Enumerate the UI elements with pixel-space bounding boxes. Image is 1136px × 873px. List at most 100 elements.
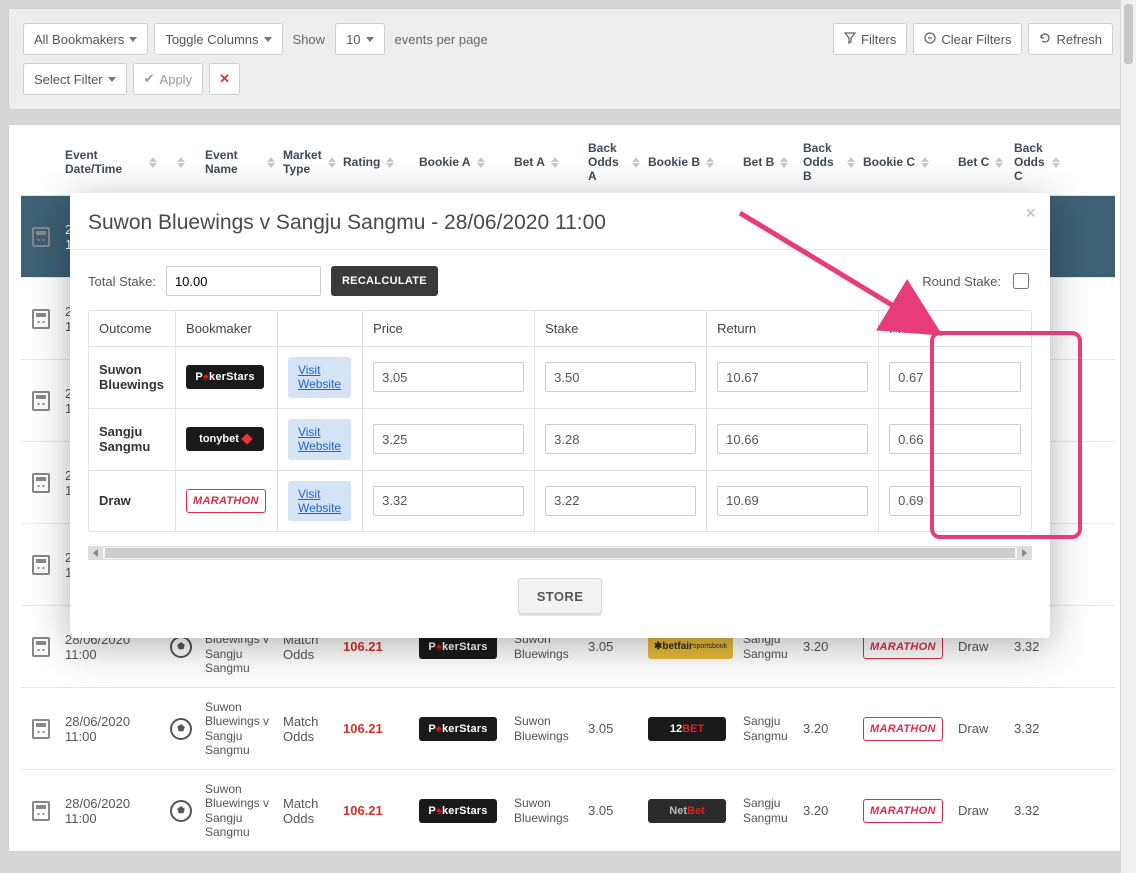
col-rating[interactable]: Rating xyxy=(343,155,380,169)
return-input[interactable] xyxy=(717,486,868,516)
calc-row: DrawMARATHONVisitWebsite xyxy=(89,471,1031,532)
cell-bookieA: P♠kerStars xyxy=(415,635,510,659)
select-filter-dropdown[interactable]: Select Filter xyxy=(23,63,127,95)
profit-input[interactable] xyxy=(889,424,1021,454)
sort-icon[interactable] xyxy=(706,157,714,168)
sort-icon[interactable] xyxy=(477,157,485,168)
col-betA[interactable]: Bet A xyxy=(514,155,545,169)
visit-website-link[interactable]: VisitWebsite xyxy=(298,425,341,454)
sort-icon[interactable] xyxy=(847,157,855,168)
return-input[interactable] xyxy=(717,362,868,392)
sort-icon[interactable] xyxy=(780,157,788,168)
cell-oddsC: 3.32 xyxy=(1010,639,1064,654)
calculator-icon[interactable] xyxy=(32,637,50,657)
entries-per-page-select[interactable]: 10 xyxy=(335,23,384,55)
modal-close-button[interactable]: × xyxy=(1025,203,1036,224)
col-name[interactable]: Event Name xyxy=(205,148,261,176)
table-row[interactable]: 28/06/2020 11:00Suwon Bluewings v Sangju… xyxy=(21,769,1115,851)
profit-input[interactable] xyxy=(889,486,1021,516)
cell-oddsC: 3.32 xyxy=(1010,803,1064,818)
filter-icon xyxy=(844,32,856,47)
total-stake-input[interactable] xyxy=(166,266,321,296)
sort-icon[interactable] xyxy=(328,157,336,168)
sort-icon[interactable] xyxy=(921,157,929,168)
calc-outcome: Sangju Sangmu xyxy=(89,409,176,471)
stake-input[interactable] xyxy=(545,362,696,392)
sort-icon[interactable] xyxy=(551,157,559,168)
store-button[interactable]: STORE xyxy=(518,578,603,614)
refresh-button[interactable]: Refresh xyxy=(1028,23,1113,55)
modal-horizontal-scrollbar[interactable] xyxy=(88,546,1032,560)
clear-filters-button[interactable]: Clear Filters xyxy=(913,23,1022,55)
calculator-icon[interactable] xyxy=(32,719,50,739)
pokerstars-logo: P♠kerStars xyxy=(419,717,497,741)
calculator-icon[interactable] xyxy=(32,555,50,575)
visit-website-link[interactable]: VisitWebsite xyxy=(298,487,341,516)
cell-bookieC: MARATHON xyxy=(859,799,954,823)
cell-bookieB: ✱betfairsportsbook xyxy=(644,635,739,659)
toggle-columns-dropdown[interactable]: Toggle Columns xyxy=(154,23,282,55)
calc-outcome: Suwon Bluewings xyxy=(89,347,176,409)
soccer-icon xyxy=(170,718,192,740)
bookmakers-dropdown[interactable]: All Bookmakers xyxy=(23,23,148,55)
th-return: Return xyxy=(707,311,879,347)
price-input[interactable] xyxy=(373,486,524,516)
calculator-icon[interactable] xyxy=(32,473,50,493)
cell-oddsA: 3.05 xyxy=(584,639,644,654)
col-market[interactable]: Market Type xyxy=(283,148,322,176)
filters-button[interactable]: Filters xyxy=(833,23,907,55)
price-input[interactable] xyxy=(373,424,524,454)
stake-input[interactable] xyxy=(545,486,696,516)
col-betB[interactable]: Bet B xyxy=(743,155,774,169)
stake-input[interactable] xyxy=(545,424,696,454)
sort-icon[interactable] xyxy=(632,157,640,168)
col-bookieB[interactable]: Bookie B xyxy=(648,155,700,169)
profit-input[interactable] xyxy=(889,362,1021,392)
col-bookieC[interactable]: Bookie C xyxy=(863,155,915,169)
cell-bookieB: 12BET xyxy=(644,717,739,741)
sort-icon[interactable] xyxy=(1052,157,1060,168)
cell-betC: Draw xyxy=(954,639,1010,654)
recalculate-button[interactable]: RECALCULATE xyxy=(331,266,438,296)
round-stake-checkbox[interactable] xyxy=(1013,273,1029,289)
visit-website-link[interactable]: VisitWebsite xyxy=(298,363,341,392)
calc-visit: VisitWebsite xyxy=(278,471,363,532)
apply-button[interactable]: ✔ Apply xyxy=(133,63,203,95)
cell-bookieC: MARATHON xyxy=(859,717,954,741)
col-bookieA[interactable]: Bookie A xyxy=(419,155,471,169)
calculator-icon[interactable] xyxy=(32,391,50,411)
table-row[interactable]: 28/06/2020 11:00Suwon Bluewings v Sangju… xyxy=(21,687,1115,769)
calc-bookmaker: MARATHON xyxy=(176,471,278,532)
remove-filter-button[interactable]: ✕ xyxy=(209,63,240,95)
check-icon: ✔ xyxy=(144,71,155,87)
col-date[interactable]: Event Date/Time xyxy=(65,148,143,176)
price-input[interactable] xyxy=(373,362,524,392)
sort-icon[interactable] xyxy=(149,157,157,168)
col-oddsC[interactable]: Back Odds C xyxy=(1014,141,1046,183)
cell-bookieB: NetBet xyxy=(644,799,739,823)
chevron-down-icon xyxy=(366,37,374,42)
cell-date: 28/06/2020 11:00 xyxy=(61,714,161,744)
chevron-down-icon xyxy=(129,37,137,42)
12bet-logo: 12BET xyxy=(648,717,726,741)
cell-market: Match Odds xyxy=(279,796,339,826)
sort-icon[interactable] xyxy=(995,157,1003,168)
col-oddsA[interactable]: Back Odds A xyxy=(588,141,626,183)
calculator-icon[interactable] xyxy=(32,801,50,821)
cell-bookieC: MARATHON xyxy=(859,635,954,659)
calculator-icon[interactable] xyxy=(32,227,50,247)
calc-bookmaker: P♠kerStars xyxy=(176,347,278,409)
return-input[interactable] xyxy=(717,424,868,454)
page-vertical-scrollbar[interactable] xyxy=(1120,0,1136,873)
sort-icon[interactable] xyxy=(267,157,275,168)
apply-label: Apply xyxy=(160,72,193,87)
round-stake-label: Round Stake: xyxy=(922,274,1001,289)
total-stake-label: Total Stake: xyxy=(88,274,156,289)
col-betC[interactable]: Bet C xyxy=(958,155,989,169)
sort-icon[interactable] xyxy=(386,157,394,168)
sort-icon[interactable] xyxy=(177,157,185,168)
refresh-label: Refresh xyxy=(1056,32,1102,47)
cell-oddsB: 3.20 xyxy=(799,639,859,654)
col-oddsB[interactable]: Back Odds B xyxy=(803,141,841,183)
calculator-icon[interactable] xyxy=(32,309,50,329)
